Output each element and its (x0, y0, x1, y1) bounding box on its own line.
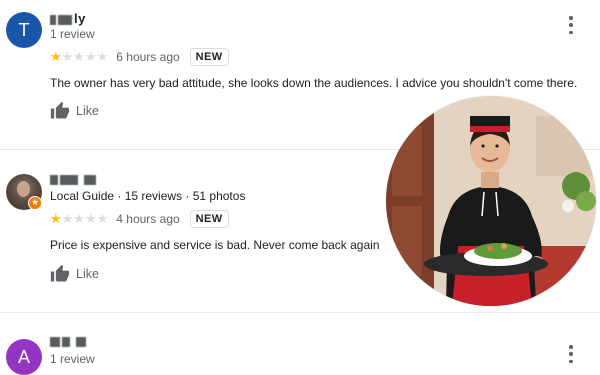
reviewer-name[interactable] (50, 333, 88, 348)
rating-row: ★★★★★ 4 hours ago NEW (50, 210, 229, 228)
avatar[interactable]: T (6, 12, 42, 48)
rating-row: ★★★★★ 6 hours ago NEW (50, 48, 229, 66)
owner-photo-illustration (386, 96, 596, 306)
star-icon: ★★★★ (61, 49, 109, 64)
avatar-face (17, 181, 30, 197)
reviewer-meta: Local Guide · 15 reviews · 51 photos (50, 189, 246, 203)
star-icon: ★★★★ (61, 211, 109, 226)
avatar-letter: A (17, 346, 30, 367)
review-text: Price is expensive and service is bad. N… (50, 238, 380, 252)
name-redaction (84, 174, 96, 185)
more-options-icon[interactable] (568, 345, 574, 363)
star-rating: ★★★★★ (50, 211, 108, 227)
name-redaction (50, 336, 60, 347)
thumbs-up-icon (50, 264, 70, 282)
star-icon: ★ (50, 211, 62, 226)
name-redaction (50, 174, 58, 185)
local-guide-badge-icon: ★ (28, 196, 42, 210)
review-card: A 1 review (0, 313, 600, 375)
name-redaction (58, 14, 72, 25)
like-label: Like (76, 104, 99, 118)
more-options-icon[interactable] (568, 16, 574, 34)
reviewer-meta: 1 review (50, 352, 95, 366)
owner-photo (386, 96, 596, 306)
new-badge: NEW (189, 48, 229, 66)
avatar[interactable]: A (6, 339, 42, 375)
name-visible-part: ly (74, 11, 86, 26)
reviewer-name[interactable] (50, 171, 98, 186)
name-redaction (62, 336, 70, 347)
name-redaction (76, 336, 86, 347)
star-rating: ★★★★★ (50, 49, 108, 65)
review-time: 6 hours ago (116, 50, 180, 64)
reviewer-name[interactable]: ly (50, 11, 86, 26)
name-redaction (60, 174, 78, 185)
star-icon: ★ (50, 49, 62, 64)
like-button[interactable]: Like (50, 264, 99, 284)
thumbs-up-icon (50, 101, 70, 119)
like-button[interactable]: Like (50, 101, 99, 121)
name-redaction (50, 14, 56, 25)
avatar[interactable]: ★ (6, 174, 42, 210)
review-time: 4 hours ago (116, 212, 180, 226)
review-text: The owner has very bad attitude, she loo… (50, 76, 578, 90)
new-badge: NEW (189, 210, 229, 228)
avatar-letter: T (18, 19, 30, 40)
reviewer-meta: 1 review (50, 27, 95, 41)
like-label: Like (76, 267, 99, 281)
